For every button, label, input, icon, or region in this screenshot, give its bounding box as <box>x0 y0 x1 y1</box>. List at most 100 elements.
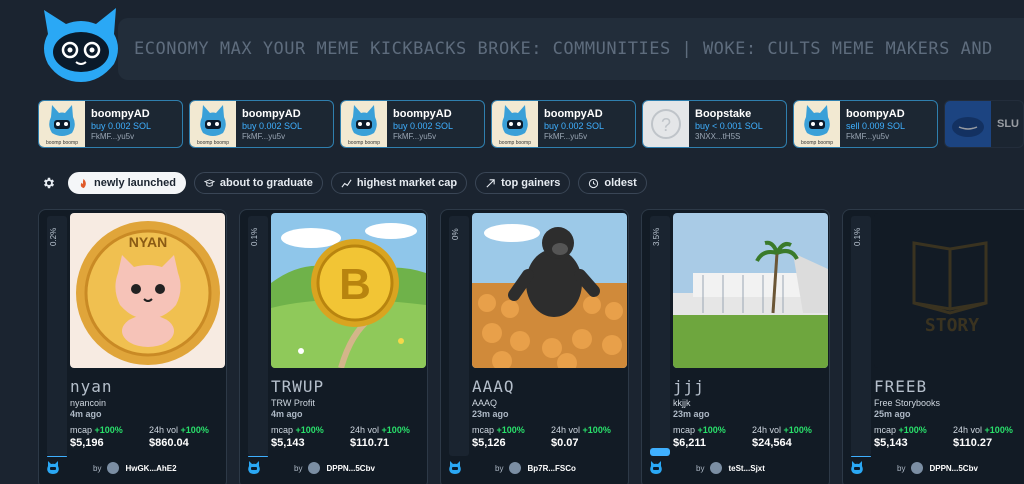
filter-label: top gainers <box>501 177 561 189</box>
filter-about-to-graduate[interactable]: about to graduate <box>193 172 323 194</box>
creator-address[interactable]: HwGK...AhE2 <box>125 464 176 473</box>
activity-action: buy 0.002 SOL <box>91 120 152 131</box>
activity-action: buy 0.002 SOL <box>242 120 303 131</box>
coin-card[interactable]: 0% AAAQ AAAQ 23m ago mcap +100% $5,126 2… <box>440 209 629 484</box>
activity-card[interactable]: boomp boomp boompyAD buy 0.002 SOL FkMF.… <box>38 100 183 148</box>
mcap-value: $5,143 <box>874 437 908 449</box>
filter-oldest[interactable]: oldest <box>578 172 647 194</box>
vol-label: 24h vol +100% <box>953 425 1013 435</box>
card-footer: by Bp7R...FSCo <box>447 459 627 477</box>
by-label: by <box>696 463 705 473</box>
mcap-value: $6,211 <box>673 437 707 449</box>
boomp-cat-icon: boomp boomp <box>190 101 236 147</box>
card-footer: by DPPN...5Cbv <box>849 459 1024 477</box>
by-label: by <box>294 463 303 473</box>
nyan-cat-coin-image: NYAN <box>70 213 225 368</box>
activity-card[interactable]: boomp boomp boompyAD buy 0.002 SOL FkMF.… <box>189 100 334 148</box>
coin-ticker: TRWUP <box>271 377 325 396</box>
creator-avatar[interactable] <box>509 462 522 474</box>
mcap-value: $5,143 <box>271 437 305 449</box>
svg-text:B: B <box>339 260 371 309</box>
mcap-label: mcap +100% <box>472 425 525 435</box>
activity-token-name: boompyAD <box>393 107 452 120</box>
activity-card[interactable]: boomp boomp boompyAD buy 0.002 SOL FkMF.… <box>491 100 636 148</box>
coin-ticker: jjj <box>673 377 705 396</box>
vol-value: $860.04 <box>149 437 189 449</box>
filter-label: oldest <box>604 177 637 189</box>
activity-card[interactable]: ? Boopstake buy < 0.001 SOL 3NXX...tH5S <box>642 100 787 148</box>
logo-icon[interactable] <box>38 4 124 86</box>
coin-name: nyancoin <box>70 398 107 408</box>
activity-token-name: boompyAD <box>91 107 150 120</box>
creator-address[interactable]: DPPN...5Cbv <box>929 464 977 473</box>
activity-token-name: boompyAD <box>544 107 603 120</box>
filter-top-gainers[interactable]: top gainers <box>475 172 571 194</box>
coin-age: 23m ago <box>673 409 710 419</box>
card-footer: by HwGK...AhE2 <box>45 459 225 477</box>
vol-label: 24h vol +100% <box>752 425 812 435</box>
boomp-cat-icon <box>851 461 863 474</box>
card-footer: by DPPN...5Cbv <box>246 459 426 477</box>
activity-address: FkMF...yu5v <box>393 131 437 141</box>
gorilla-dog-army-image <box>472 213 627 368</box>
svg-text:boomp boomp: boomp boomp <box>46 140 78 146</box>
activity-token-name: SLU <box>997 118 1019 130</box>
modern-building-image <box>673 213 828 368</box>
activity-address: FkMF...yu5v <box>242 131 286 141</box>
progress-label: 3.5% <box>652 228 661 247</box>
creator-address[interactable]: Bp7R...FSCo <box>527 464 575 473</box>
filter-label: about to graduate <box>219 177 313 189</box>
creator-avatar[interactable] <box>107 462 120 474</box>
progress-label: 0.1% <box>853 228 862 247</box>
svg-text:boomp boomp: boomp boomp <box>801 140 833 146</box>
boomp-cat-icon: boomp boomp <box>341 101 387 147</box>
by-label: by <box>495 463 504 473</box>
card-footer: by teSt...Sjxt <box>648 459 828 477</box>
svg-text:NYAN: NYAN <box>129 234 167 250</box>
vol-value: $110.71 <box>350 437 390 449</box>
coin-name: Free Storybooks <box>874 398 941 408</box>
activity-card[interactable]: SLU <box>944 100 1024 148</box>
vol-label: 24h vol +100% <box>350 425 410 435</box>
boomp-cat-icon: boomp boomp <box>794 101 840 147</box>
svg-text:STORY: STORY <box>925 315 979 336</box>
filter-newly-launched[interactable]: newly launched <box>68 172 186 194</box>
coin-card[interactable]: 3.5% jjj kkjjk 23m ago mcap +100% $6,211… <box>641 209 830 484</box>
creator-avatar[interactable] <box>308 462 321 474</box>
coin-card[interactable]: 0.1% B TRWUP TRW Profit 4m ago mcap +100… <box>239 209 428 484</box>
arrow-up-right-icon <box>486 178 495 188</box>
activity-card[interactable]: boomp boomp boompyAD sell 0.009 SOL FkMF… <box>793 100 938 148</box>
activity-address: FkMF...yu5v <box>91 131 135 141</box>
activity-feed: boomp boomp boompyAD buy 0.002 SOL FkMF.… <box>38 100 1024 150</box>
coin-card[interactable]: 0.1% STORY FREEB Free Storybooks 25m ago… <box>842 209 1024 484</box>
coin-age: 25m ago <box>874 409 911 419</box>
gear-icon[interactable] <box>38 172 60 194</box>
creator-address[interactable]: teSt...Sjxt <box>728 464 764 473</box>
coin-card[interactable]: 0.2% NYAN nyan nyancoin 4m ago mcap +100… <box>38 209 227 484</box>
boomp-cat-icon <box>650 461 662 474</box>
creator-avatar[interactable] <box>710 462 723 474</box>
coin-age: 4m ago <box>70 409 102 419</box>
creator-avatar[interactable] <box>911 462 924 474</box>
vol-value: $110.27 <box>953 437 993 449</box>
filter-highest-market-cap[interactable]: highest market cap <box>330 172 468 194</box>
mcap-label: mcap +100% <box>70 425 123 435</box>
vol-value: $24,564 <box>752 437 792 449</box>
boomp-cat-icon <box>248 461 260 474</box>
mcap-value: $5,126 <box>472 437 506 449</box>
blue-blob-icon <box>945 101 991 147</box>
vol-value: $0.07 <box>551 437 579 449</box>
activity-card[interactable]: boomp boomp boompyAD buy 0.002 SOL FkMF.… <box>340 100 485 148</box>
progress-label: 0.2% <box>49 228 58 247</box>
creator-address[interactable]: DPPN...5Cbv <box>326 464 374 473</box>
vol-label: 24h vol +100% <box>149 425 209 435</box>
svg-text:boomp boomp: boomp boomp <box>197 140 229 146</box>
coin-age: 23m ago <box>472 409 509 419</box>
coin-ticker: FREEB <box>874 377 928 396</box>
boomp-cat-icon: boomp boomp <box>39 101 85 147</box>
coin-age: 4m ago <box>271 409 303 419</box>
activity-token-name: boompyAD <box>242 107 301 120</box>
boomp-cat-icon: boomp boomp <box>492 101 538 147</box>
svg-text:boomp boomp: boomp boomp <box>348 140 380 146</box>
progress-label: 0% <box>451 228 460 240</box>
